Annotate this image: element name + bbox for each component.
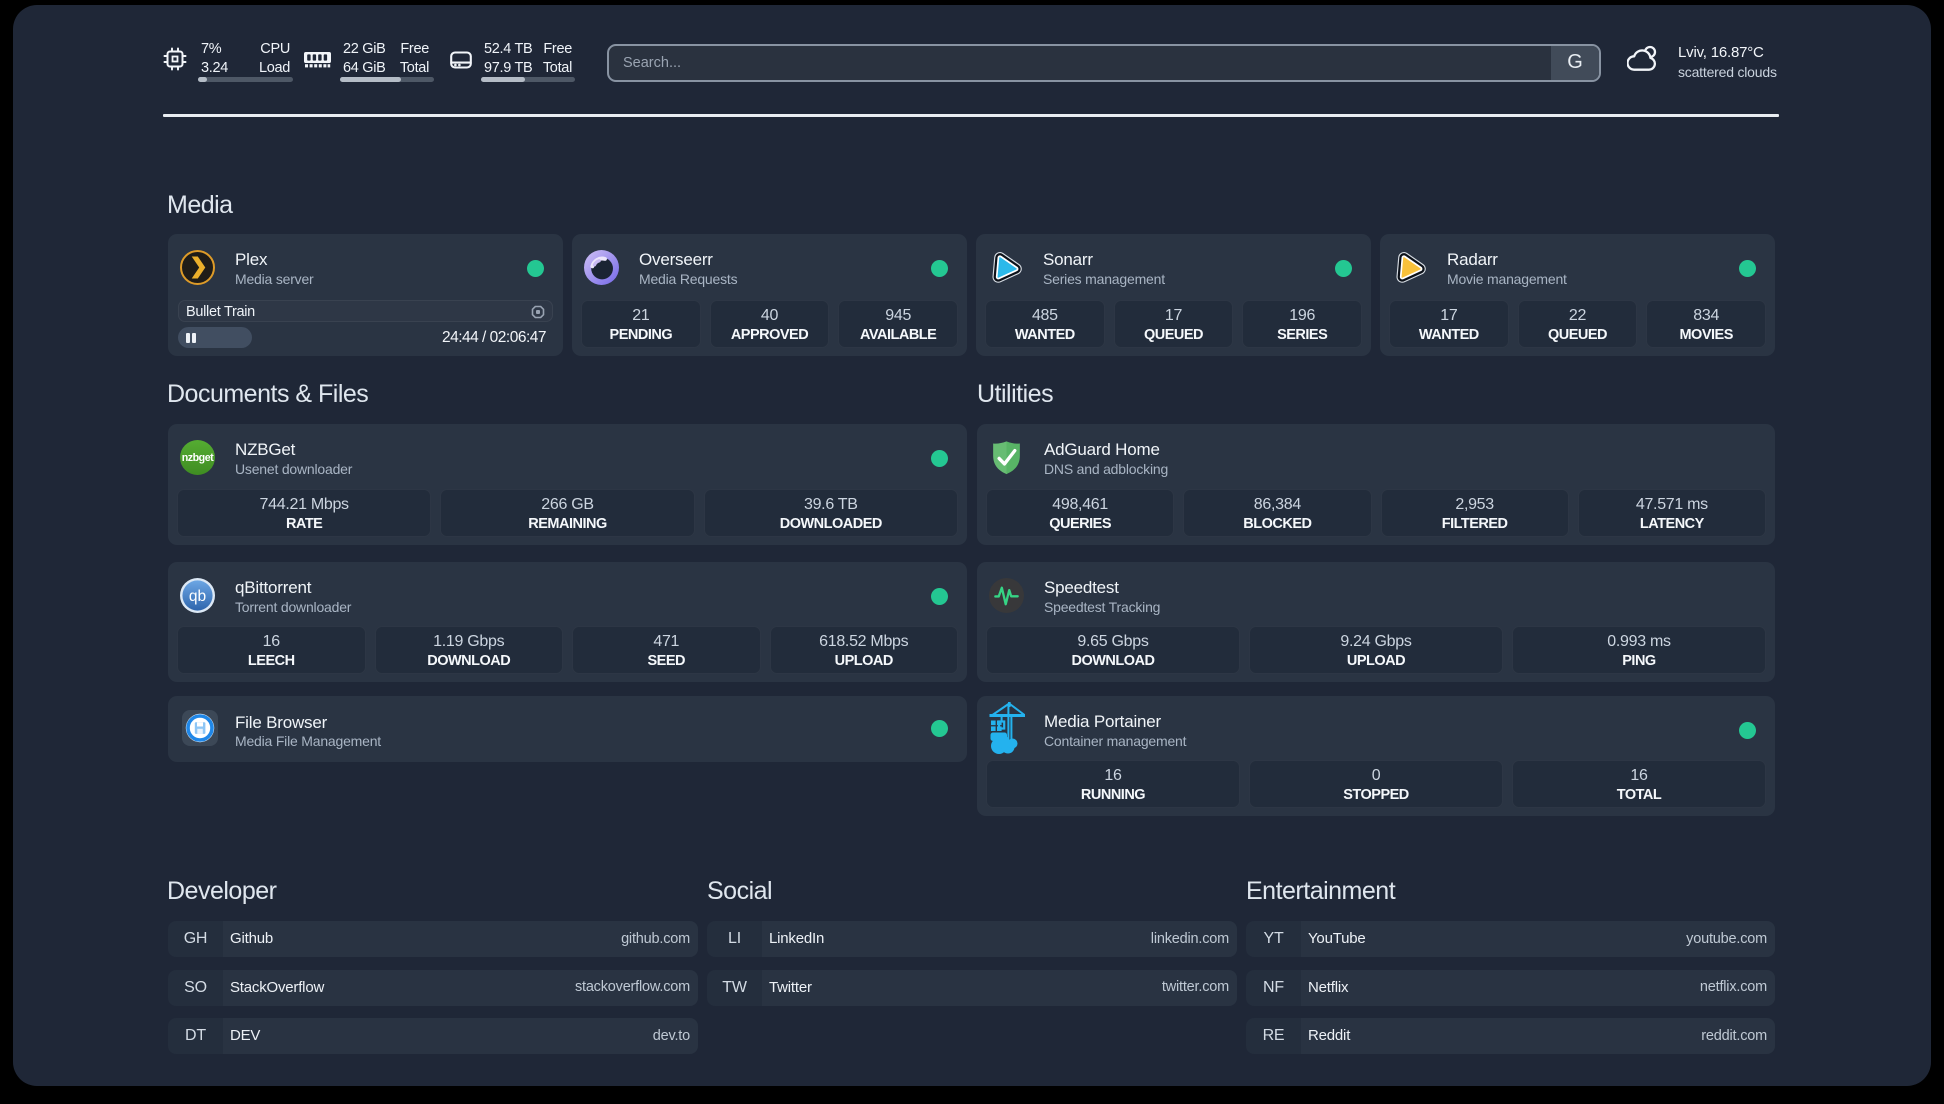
svg-text:nzbget: nzbget xyxy=(182,452,214,464)
svg-text:qb: qb xyxy=(189,588,206,605)
